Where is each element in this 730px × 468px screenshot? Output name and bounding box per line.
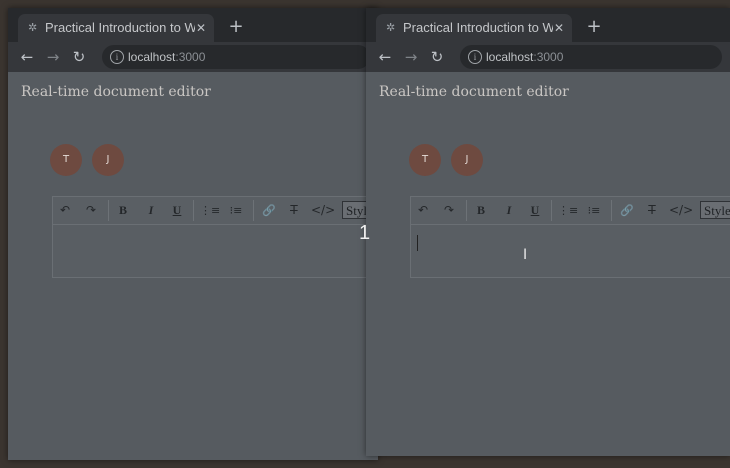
toolbar-divider [611, 200, 612, 221]
clear-format-button[interactable]: T̶ [644, 202, 660, 219]
url-text: localhost:3000 [128, 45, 205, 69]
page-content: Real-time document editor T J ↶ ↷ B I U … [366, 72, 730, 456]
text-cursor-icon: I [523, 247, 528, 263]
avatar: J [92, 144, 124, 176]
page-title: Real-time document editor [21, 84, 211, 100]
back-icon[interactable]: ← [16, 46, 38, 68]
browser-window-right: ✲ Practical Introduction to WebSocket ✕ … [366, 8, 730, 456]
tab-strip: ✲ Practical Introduction to WebSocket ✕ … [366, 8, 730, 42]
url-host: localhost [486, 50, 534, 64]
info-icon[interactable]: i [468, 50, 482, 64]
tab-strip: ✲ Practical Introduction to WebSocket ✕ … [8, 8, 378, 42]
toolbar-divider [253, 200, 254, 221]
page-content: Real-time document editor T J ↶ ↷ B I U … [8, 72, 378, 460]
editor-toolbar: ↶ ↷ B I U ⋮≡ ⁝≡ 🔗 T̶ </> Styles [53, 197, 378, 225]
close-tab-icon[interactable]: ✕ [554, 14, 564, 42]
toolbar-divider [108, 200, 109, 221]
tab-title: Practical Introduction to WebSocket [403, 20, 553, 35]
styles-dropdown[interactable]: Styles [700, 201, 730, 219]
bullet-list-button[interactable]: ⁝≡ [585, 202, 603, 219]
address-bar-row: ← → ↻ i localhost:3000 [8, 42, 378, 72]
url-port: :3000 [175, 50, 206, 64]
ordered-list-button[interactable]: ⋮≡ [558, 202, 578, 219]
close-tab-icon[interactable]: ✕ [196, 14, 206, 42]
url-port: :3000 [533, 50, 564, 64]
text-caret [417, 235, 418, 251]
gear-icon: ✲ [28, 22, 38, 34]
step-counter: 1 [359, 222, 371, 244]
toolbar-divider [193, 200, 194, 221]
avatar: J [451, 144, 483, 176]
page-title: Real-time document editor [379, 84, 569, 100]
address-input[interactable]: i localhost:3000 [102, 45, 370, 69]
new-tab-button[interactable]: + [224, 16, 248, 40]
gear-icon: ✲ [386, 22, 396, 34]
url-host: localhost [128, 50, 176, 64]
browser-window-left: ✲ Practical Introduction to WebSocket ✕ … [8, 8, 378, 460]
undo-button[interactable]: ↶ [57, 202, 73, 219]
address-bar-row: ← → ↻ i localhost:3000 [366, 42, 730, 72]
address-input[interactable]: i localhost:3000 [460, 45, 722, 69]
italic-button[interactable]: I [143, 202, 159, 219]
forward-icon[interactable]: → [42, 46, 64, 68]
underline-button[interactable]: U [169, 202, 185, 219]
info-icon[interactable]: i [110, 50, 124, 64]
clear-format-button[interactable]: T̶ [286, 202, 302, 219]
forward-icon[interactable]: → [400, 46, 422, 68]
browser-tab[interactable]: ✲ Practical Introduction to WebSocket ✕ [376, 14, 572, 42]
document-editor[interactable]: ↶ ↷ B I U ⋮≡ ⁝≡ 🔗 T̶ </> Styles I [410, 196, 730, 278]
back-icon[interactable]: ← [374, 46, 396, 68]
link-button[interactable]: 🔗 [260, 202, 278, 219]
ordered-list-button[interactable]: ⋮≡ [200, 202, 220, 219]
browser-tab[interactable]: ✲ Practical Introduction to WebSocket ✕ [18, 14, 214, 42]
editor-toolbar: ↶ ↷ B I U ⋮≡ ⁝≡ 🔗 T̶ </> Styles [411, 197, 730, 225]
document-editor[interactable]: ↶ ↷ B I U ⋮≡ ⁝≡ 🔗 T̶ </> Styles [52, 196, 378, 278]
italic-button[interactable]: I [501, 202, 517, 219]
code-button[interactable]: </> [669, 202, 693, 219]
reload-icon[interactable]: ↻ [68, 46, 90, 68]
avatar: T [50, 144, 82, 176]
avatar: T [409, 144, 441, 176]
reload-icon[interactable]: ↻ [426, 46, 448, 68]
code-button[interactable]: </> [311, 202, 335, 219]
bold-button[interactable]: B [115, 202, 131, 219]
underline-button[interactable]: U [527, 202, 543, 219]
toolbar-divider [466, 200, 467, 221]
link-button[interactable]: 🔗 [618, 202, 636, 219]
tab-title: Practical Introduction to WebSocket [45, 20, 195, 35]
bullet-list-button[interactable]: ⁝≡ [227, 202, 245, 219]
undo-button[interactable]: ↶ [415, 202, 431, 219]
new-tab-button[interactable]: + [582, 16, 606, 40]
toolbar-divider [551, 200, 552, 221]
redo-button[interactable]: ↷ [441, 202, 457, 219]
redo-button[interactable]: ↷ [83, 202, 99, 219]
url-text: localhost:3000 [486, 45, 563, 69]
bold-button[interactable]: B [473, 202, 489, 219]
